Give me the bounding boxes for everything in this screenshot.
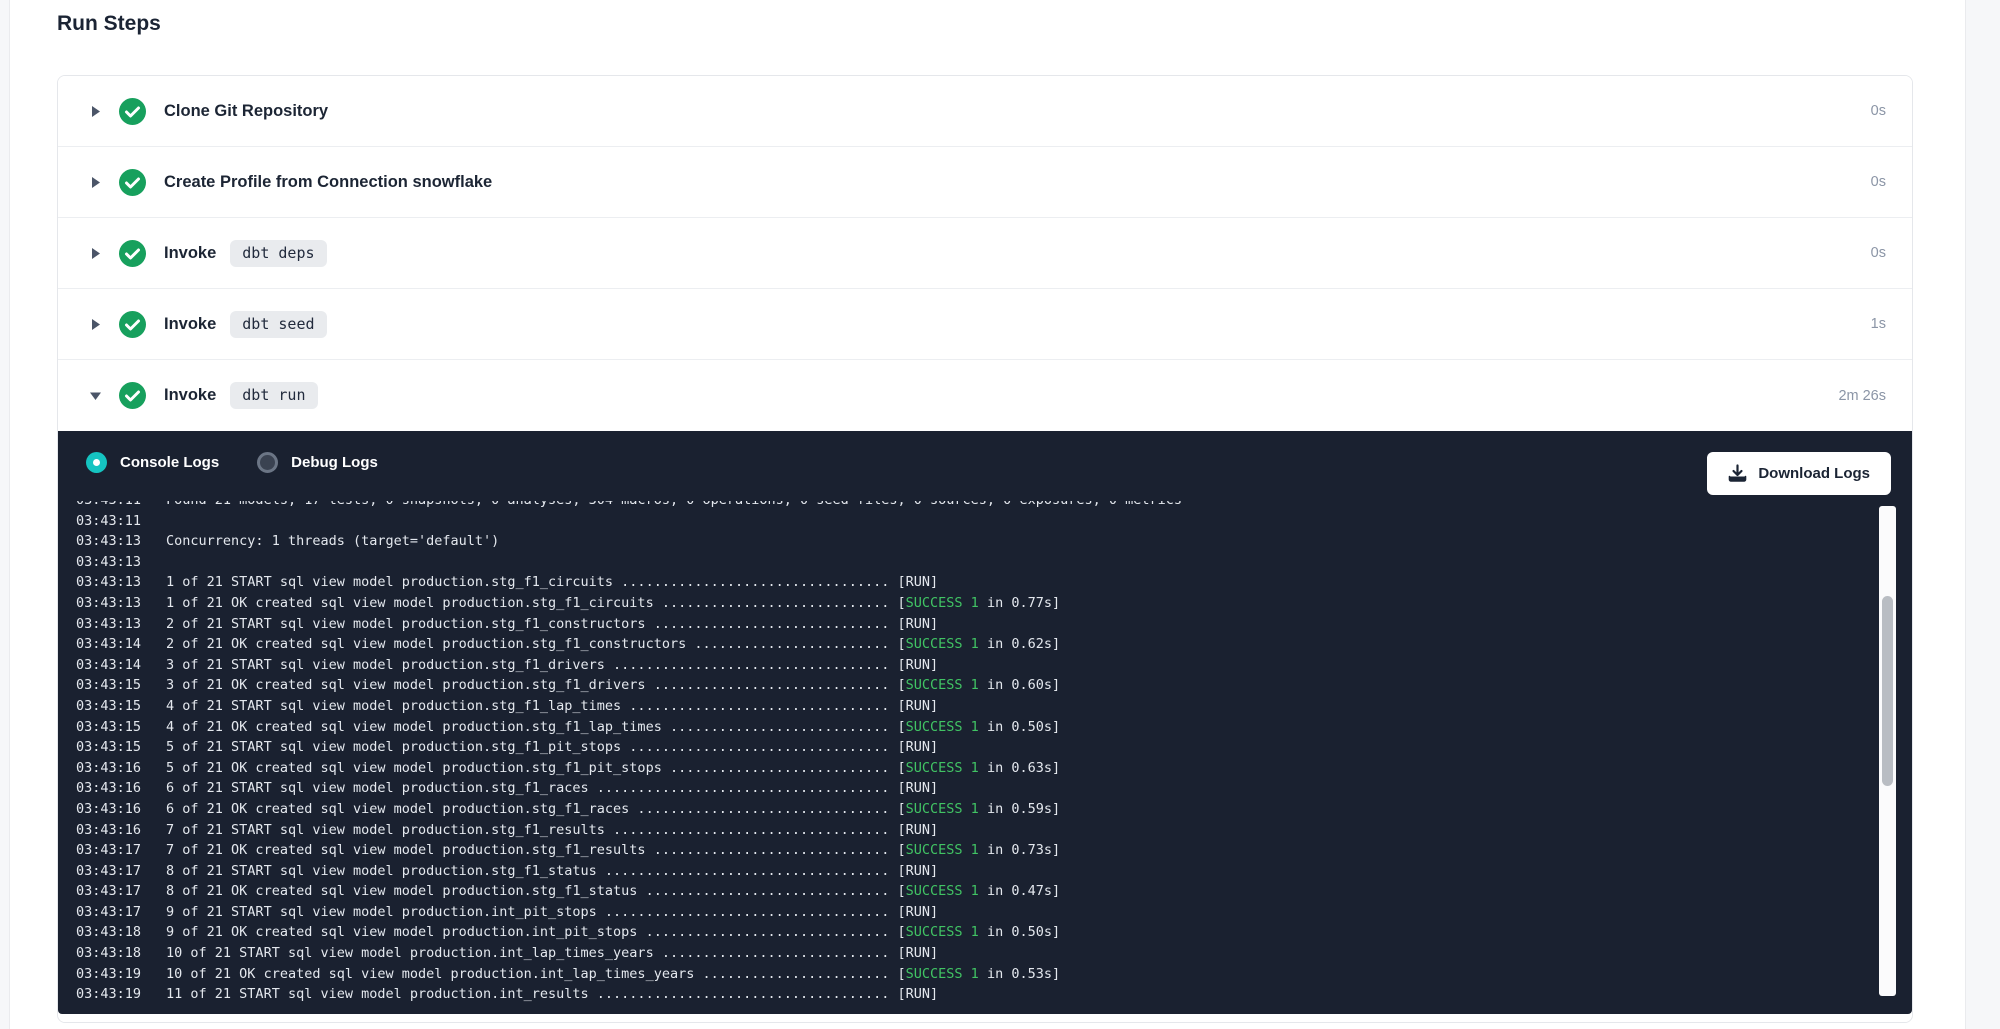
download-logs-button[interactable]: Download Logs — [1707, 452, 1891, 495]
success-check-icon — [119, 382, 146, 409]
step-label: Invoke — [164, 244, 216, 263]
log-line: 03:43:1810 of 21 START sql view model pr… — [76, 943, 1866, 964]
step-row-clone-git-repository[interactable]: Clone Git Repository 0s — [58, 76, 1912, 147]
step-duration: 0s — [1871, 245, 1886, 261]
log-line: 03:43:179 of 21 START sql view model pro… — [76, 902, 1866, 923]
success-check-icon — [119, 240, 146, 267]
caret-right-icon[interactable] — [89, 318, 102, 331]
success-check-icon — [119, 311, 146, 338]
log-line: 03:43:154 of 21 OK created sql view mode… — [76, 717, 1866, 738]
caret-down-icon[interactable] — [89, 389, 102, 402]
console-logs-radio[interactable]: Console Logs — [86, 452, 219, 473]
step-duration: 0s — [1871, 103, 1886, 119]
log-line: 03:43:165 of 21 OK created sql view mode… — [76, 758, 1866, 779]
log-line: 03:43:154 of 21 START sql view model pro… — [76, 696, 1866, 717]
debug-logs-radio[interactable]: Debug Logs — [257, 452, 378, 473]
step-row-create-profile[interactable]: Create Profile from Connection snowflake… — [58, 147, 1912, 218]
step-label: Clone Git Repository — [164, 102, 328, 121]
log-line: 03:43:166 of 21 START sql view model pro… — [76, 778, 1866, 799]
download-icon — [1728, 464, 1747, 483]
step-label: Invoke — [164, 386, 216, 405]
command-chip: dbt run — [230, 382, 317, 409]
log-lines: 03:43:11Found 21 models, 17 tests, 0 sna… — [76, 501, 1866, 1005]
caret-right-icon[interactable] — [89, 247, 102, 260]
log-console-panel: Console Logs Debug Logs Download Logs 03… — [58, 431, 1912, 1014]
left-page-gutter — [0, 0, 10, 1029]
log-scrollbar-thumb[interactable] — [1882, 596, 1893, 786]
log-line: 03:43:178 of 21 OK created sql view mode… — [76, 881, 1866, 902]
log-line: 03:43:131 of 21 START sql view model pro… — [76, 572, 1866, 593]
log-line: 03:43:1910 of 21 OK created sql view mod… — [76, 964, 1866, 985]
caret-right-icon[interactable] — [89, 176, 102, 189]
step-label: Create Profile from Connection snowflake — [164, 173, 492, 192]
log-line: 03:43:155 of 21 START sql view model pro… — [76, 737, 1866, 758]
log-line: 03:43:13Concurrency: 1 threads (target='… — [76, 531, 1866, 552]
log-line: 03:43:143 of 21 START sql view model pro… — [76, 655, 1866, 676]
page-title: Run Steps — [57, 12, 161, 36]
log-line: 03:43:166 of 21 OK created sql view mode… — [76, 799, 1866, 820]
log-viewport[interactable]: 03:43:11Found 21 models, 17 tests, 0 sna… — [76, 501, 1866, 1011]
console-logs-label[interactable]: Console Logs — [120, 454, 219, 471]
card-bottom-padding — [58, 1014, 1912, 1022]
debug-logs-label[interactable]: Debug Logs — [291, 454, 378, 471]
run-steps-page: Run Steps Clone Git Repository 0s Create… — [0, 0, 2000, 1029]
log-type-radio-group: Console Logs Debug Logs — [86, 452, 378, 473]
log-line: 03:43:132 of 21 START sql view model pro… — [76, 614, 1866, 635]
command-chip: dbt deps — [230, 240, 326, 267]
success-check-icon — [119, 98, 146, 125]
log-line: 03:43:131 of 21 OK created sql view mode… — [76, 593, 1866, 614]
right-page-gutter — [1965, 0, 2000, 1029]
step-duration: 2m 26s — [1838, 388, 1886, 404]
download-logs-label: Download Logs — [1758, 465, 1870, 482]
success-check-icon — [119, 169, 146, 196]
step-row-invoke-dbt-deps[interactable]: Invoke dbt deps 0s — [58, 218, 1912, 289]
step-label: Invoke — [164, 315, 216, 334]
caret-right-icon[interactable] — [89, 105, 102, 118]
radio-unselected-icon[interactable] — [257, 452, 278, 473]
step-duration: 1s — [1871, 316, 1886, 332]
log-line: 03:43:142 of 21 OK created sql view mode… — [76, 634, 1866, 655]
log-line: 03:43:11 — [76, 511, 1866, 532]
log-line: 03:43:167 of 21 START sql view model pro… — [76, 820, 1866, 841]
log-line: 03:43:11Found 21 models, 17 tests, 0 sna… — [76, 501, 1866, 511]
log-scrollbar-track[interactable] — [1879, 506, 1896, 996]
log-line: 03:43:178 of 21 START sql view model pro… — [76, 861, 1866, 882]
run-steps-card: Clone Git Repository 0s Create Profile f… — [57, 75, 1913, 1023]
log-line: 03:43:153 of 21 OK created sql view mode… — [76, 675, 1866, 696]
step-row-invoke-dbt-run[interactable]: Invoke dbt run 2m 26s — [58, 360, 1912, 431]
log-line: 03:43:1911 of 21 START sql view model pr… — [76, 984, 1866, 1005]
log-line: 03:43:177 of 21 OK created sql view mode… — [76, 840, 1866, 861]
log-line: 03:43:189 of 21 OK created sql view mode… — [76, 922, 1866, 943]
step-row-invoke-dbt-seed[interactable]: Invoke dbt seed 1s — [58, 289, 1912, 360]
radio-selected-icon[interactable] — [86, 452, 107, 473]
step-duration: 0s — [1871, 174, 1886, 190]
log-line: 03:43:13 — [76, 552, 1866, 573]
command-chip: dbt seed — [230, 311, 326, 338]
